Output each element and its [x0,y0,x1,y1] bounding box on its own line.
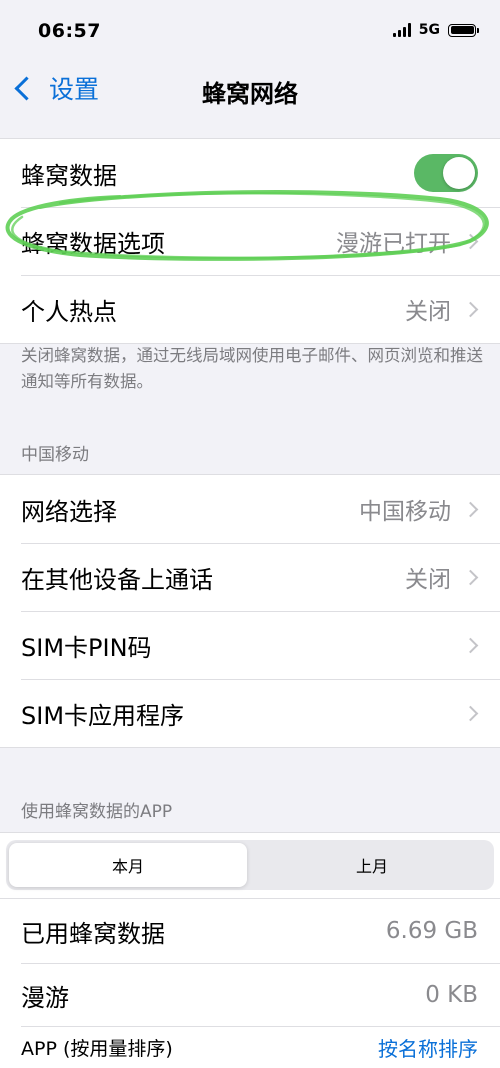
sim-apps-row[interactable]: SIM卡应用程序 [0,679,500,747]
battery-icon [448,23,479,37]
roaming-row: 漫游 0 KB [0,963,500,1027]
network-selection-value: 中国移动 [359,499,451,525]
roaming-label: 漫游 [21,983,69,1012]
segment-last-month[interactable]: 上月 [253,843,491,887]
navigation-bar: 设置 蜂窝网络 [0,60,500,138]
chevron-right-icon [462,233,479,249]
cellular-data-options-row[interactable]: 蜂窝数据选项 漫游已打开 [0,207,500,275]
chevron-right-icon [462,301,479,317]
page-title: 蜂窝网络 [202,80,298,108]
chevron-right-icon [462,501,479,517]
used-data-row: 已用蜂窝数据 6.69 GB [0,899,500,963]
personal-hotspot-value: 关闭 [405,299,451,325]
used-data-label: 已用蜂窝数据 [21,919,165,948]
calls-other-devices-value: 关闭 [405,567,451,593]
status-time: 06:57 [38,20,101,42]
cellular-settings-group: 蜂窝数据 蜂窝数据选项 漫游已打开 个人热点 关闭 [0,138,500,344]
segment-this-month[interactable]: 本月 [9,843,247,887]
network-selection-row[interactable]: 网络选择 中国移动 [0,475,500,543]
cellular-footnote: 关闭蜂窝数据，通过无线局域网使用电子邮件、网页浏览和推送通知等所有数据。 [21,346,483,391]
personal-hotspot-label: 个人热点 [21,297,117,326]
sim-apps-label: SIM卡应用程序 [21,701,185,730]
used-data-value: 6.69 GB [385,918,478,944]
sort-by-name-link[interactable]: 按名称排序 [378,1033,478,1062]
status-indicators: 5G [392,22,479,38]
sim-pin-label: SIM卡PIN码 [21,633,152,662]
cellular-data-options-label: 蜂窝数据选项 [21,229,165,258]
network-selection-label: 网络选择 [21,497,117,526]
network-type-label: 5G [418,22,440,38]
calls-other-devices-row[interactable]: 在其他设备上通话 关闭 [0,543,500,611]
usage-stats-group: 已用蜂窝数据 6.69 GB 漫游 0 KB [0,898,500,1027]
cellular-data-label: 蜂窝数据 [21,161,117,190]
chevron-right-icon [462,705,479,721]
cellular-data-toggle[interactable] [414,154,478,192]
chevron-right-icon [462,637,479,653]
cellular-data-row: 蜂窝数据 [0,139,500,207]
carrier-settings-group: 网络选择 中国移动 在其他设备上通话 关闭 SIM卡PIN码 SIM卡应用程序 [0,474,500,748]
period-segmented-control: 本月 上月 [6,840,494,890]
roaming-value: 0 KB [425,982,478,1008]
personal-hotspot-row[interactable]: 个人热点 关闭 [0,275,500,343]
carrier-section-header: 中国移动 [21,445,89,465]
status-bar: 06:57 5G [0,0,500,60]
toggle-knob [443,157,475,189]
cellular-data-options-value: 漫游已打开 [336,231,451,257]
chevron-right-icon [462,569,479,585]
calls-other-devices-label: 在其他设备上通话 [21,565,213,594]
apps-sort-label: APP (按用量排序) [21,1037,173,1060]
usage-section-header: 使用蜂窝数据的APP [21,802,173,822]
sim-pin-row[interactable]: SIM卡PIN码 [0,611,500,679]
apps-sort-row: APP (按用量排序) 按名称排序 [0,1026,500,1068]
cellular-signal-icon [392,23,411,37]
